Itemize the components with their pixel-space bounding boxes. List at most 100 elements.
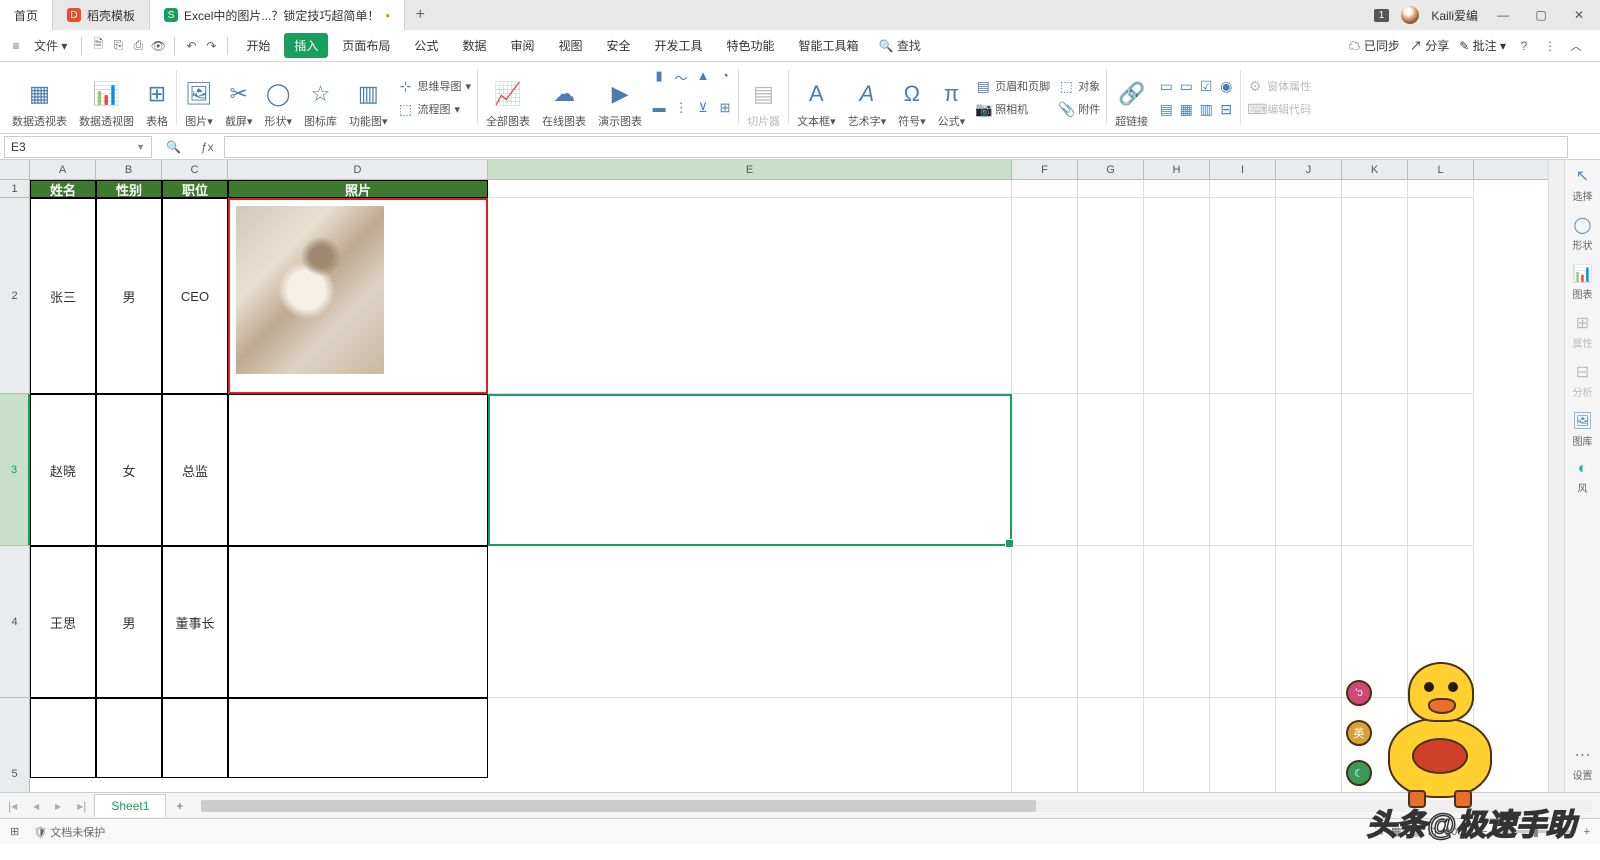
side-gallery[interactable]: 🖼图库 [1572, 411, 1592, 448]
pie-chart-icon[interactable]: ◔ [716, 68, 734, 82]
header-cell[interactable]: 照片 [228, 180, 488, 198]
undo-icon[interactable]: ↶ [183, 38, 199, 54]
empty-cell[interactable] [488, 198, 1012, 394]
col-header-G[interactable]: G [1078, 160, 1144, 179]
view-page-icon[interactable]: ▤ [1409, 825, 1419, 838]
side-select[interactable]: ↖选择 [1573, 166, 1593, 203]
object-button[interactable]: ⬚对象 [1058, 78, 1100, 95]
data-cell[interactable] [162, 698, 228, 778]
more-icon[interactable]: ⋮ [1542, 38, 1558, 54]
tab-document[interactable]: SExcel中的图片...？锁定技巧超简单！● [150, 0, 405, 30]
new-tab-button[interactable]: + [405, 6, 435, 24]
empty-cell[interactable] [1144, 698, 1210, 792]
col-header-J[interactable]: J [1276, 160, 1342, 179]
col-header-H[interactable]: H [1144, 160, 1210, 179]
window-close-button[interactable]: ✕ [1566, 8, 1592, 22]
screenshot-button[interactable]: ✂截屏▾ [219, 66, 259, 129]
empty-cell[interactable] [1408, 394, 1474, 546]
data-cell[interactable]: 张三 [30, 198, 96, 394]
col-header-D[interactable]: D [228, 160, 488, 179]
hyperlink-button[interactable]: 🔗超链接 [1109, 66, 1154, 129]
scatter-chart-icon[interactable]: ⋮ [672, 100, 690, 114]
col-header-B[interactable]: B [96, 160, 162, 179]
tab-developer[interactable]: 开发工具 [645, 33, 713, 58]
row-header-2[interactable]: 2 [0, 198, 30, 394]
tab-template[interactable]: D稻壳模板 [53, 0, 150, 30]
header-cell[interactable]: 性别 [96, 180, 162, 198]
empty-cell[interactable] [1210, 180, 1276, 198]
empty-cell[interactable] [1078, 394, 1144, 546]
tab-data[interactable]: 数据 [452, 33, 496, 58]
formula-input[interactable] [224, 136, 1568, 158]
tab-start[interactable]: 开始 [236, 33, 280, 58]
share-button[interactable]: ↗ 分享 [1410, 37, 1449, 54]
online-chart-button[interactable]: ☁在线图表 [536, 66, 592, 129]
side-style[interactable]: ◐风 [1578, 460, 1588, 495]
col-header-F[interactable]: F [1012, 160, 1078, 179]
spreadsheet-grid[interactable]: ABCDEFGHIJKL 12345 姓名性别职位照片张三男CEO赵晓女总监王思… [0, 160, 1548, 792]
camera-button[interactable]: 📷照相机 [975, 101, 1050, 118]
empty-cell[interactable] [1342, 546, 1408, 698]
empty-cell[interactable] [1276, 180, 1342, 198]
empty-cell[interactable] [1012, 198, 1078, 394]
save-icon[interactable]: 🗎 [90, 38, 106, 54]
user-name[interactable]: Kaili爱编 [1431, 7, 1478, 24]
add-sheet-button[interactable]: + [166, 799, 193, 813]
tab-layout[interactable]: 页面布局 [332, 33, 400, 58]
empty-cell[interactable] [1012, 180, 1078, 198]
icons-button[interactable]: ☆图标库 [298, 66, 343, 129]
header-cell[interactable]: 职位 [162, 180, 228, 198]
zoom-slider[interactable] [1496, 830, 1576, 833]
empty-cell[interactable] [1012, 394, 1078, 546]
view-reading-icon[interactable]: ⊡ [1428, 825, 1437, 838]
form-controls[interactable]: ▭▭☑◉ [1158, 78, 1234, 95]
empty-cell[interactable] [1342, 394, 1408, 546]
mindmap-button[interactable]: ⊹思维导图▾ [398, 78, 472, 95]
demo-chart-button[interactable]: ▶演示图表 [592, 66, 648, 129]
search-button[interactable]: 🔍 查找 [873, 34, 927, 57]
side-chart[interactable]: 📊图表 [1573, 264, 1593, 301]
data-cell[interactable]: 总监 [162, 394, 228, 546]
function-chart-button[interactable]: ▥功能图▾ [343, 66, 394, 129]
sheet-nav-last[interactable]: ▸| [69, 799, 94, 813]
tab-insert[interactable]: 插入 [284, 33, 328, 58]
tab-view[interactable]: 视图 [548, 33, 592, 58]
bar-chart-icon[interactable]: ▮ [650, 68, 668, 82]
select-all-corner[interactable] [0, 160, 30, 179]
column-chart-icon[interactable]: ▬ [650, 100, 668, 114]
horizontal-scrollbar[interactable] [201, 800, 1592, 812]
empty-cell[interactable] [1276, 394, 1342, 546]
empty-cell[interactable] [488, 394, 1012, 546]
symbol-button[interactable]: Ω符号▾ [892, 66, 932, 129]
pivot-chart-button[interactable]: 📊数据透视图 [73, 66, 140, 129]
data-cell[interactable]: 男 [96, 198, 162, 394]
save-as-icon[interactable]: ⎘ [110, 38, 126, 54]
side-settings[interactable]: ⋯设置 [1573, 745, 1593, 782]
sheet-nav-first[interactable]: |◂ [0, 799, 25, 813]
col-header-C[interactable]: C [162, 160, 228, 179]
user-avatar[interactable] [1401, 6, 1419, 24]
empty-cell[interactable] [1012, 698, 1078, 792]
combo-chart-icon[interactable]: ⊞ [716, 100, 734, 114]
empty-cell[interactable] [1144, 180, 1210, 198]
empty-cell[interactable] [1144, 198, 1210, 394]
textbox-button[interactable]: A文本框▾ [791, 66, 842, 129]
empty-cell[interactable] [1276, 198, 1342, 394]
fullscreen-icon[interactable]: ⛶ [1375, 825, 1383, 838]
header-cell[interactable]: 姓名 [30, 180, 96, 198]
row-header-1[interactable]: 1 [0, 180, 30, 198]
empty-cell[interactable] [1144, 546, 1210, 698]
slicer-button[interactable]: ▤切片器 [741, 66, 786, 129]
pane-layout-icon[interactable]: ⊞ [10, 825, 19, 838]
row-header-4[interactable]: 4 [0, 546, 30, 698]
data-cell[interactable]: 王思 [30, 546, 96, 698]
zoom-icon[interactable]: 🔍 [156, 140, 191, 154]
tab-review[interactable]: 审阅 [500, 33, 544, 58]
data-cell[interactable]: 赵晓 [30, 394, 96, 546]
row-header-5[interactable]: 5 [0, 698, 30, 792]
collapse-ribbon-icon[interactable]: ︿ [1568, 38, 1584, 54]
empty-cell[interactable] [1144, 394, 1210, 546]
print-preview-icon[interactable]: 👁 [150, 38, 166, 54]
stock-chart-icon[interactable]: ⊻ [694, 100, 712, 114]
zoom-level[interactable]: 100% [1445, 826, 1473, 838]
